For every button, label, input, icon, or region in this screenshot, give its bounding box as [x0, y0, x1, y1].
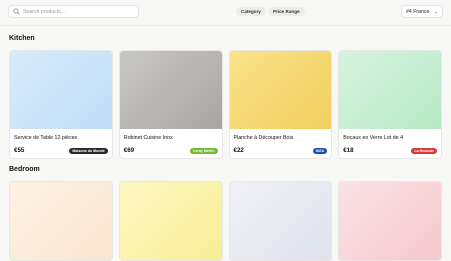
product-name: Bocaux en Verre Lot de 4 [343, 135, 404, 141]
product-card[interactable] [9, 181, 113, 261]
product-image[interactable] [229, 182, 332, 260]
store-badge: Leroy Merlin [190, 147, 218, 154]
store-badge: Maisons du Monde [69, 147, 108, 154]
search-icon [13, 8, 20, 15]
chevron-down-icon: ⌄ [433, 8, 438, 15]
product-name: Planche à Découper Bois [233, 135, 294, 141]
section-title-bedroom: Bedroom [9, 166, 40, 173]
product-image[interactable] [10, 51, 112, 129]
product-price: €18 [343, 147, 354, 154]
search-input[interactable] [23, 8, 133, 15]
product-card[interactable]: Service de Table 12 pièces €55 Maisons d… [9, 50, 113, 159]
product-card[interactable]: Bocaux en Verre Lot de 4 €18 La Redoute [338, 50, 442, 159]
header-divider [0, 25, 451, 26]
product-image[interactable] [10, 182, 112, 260]
product-image[interactable] [339, 182, 441, 260]
product-grid-kitchen: Service de Table 12 pièces €55 Maisons d… [9, 50, 442, 159]
store-badge: La Redoute [411, 147, 437, 154]
search-box[interactable] [8, 5, 139, 18]
region-label: #4 France [406, 8, 430, 15]
product-image[interactable] [119, 51, 222, 129]
product-card[interactable]: Planche à Découper Bois €22 IKEA [228, 50, 333, 159]
product-price: €22 [233, 147, 244, 154]
product-price: €69 [123, 147, 135, 154]
top-bar: Category Price Range #4 France ⌄ [0, 0, 451, 25]
product-image[interactable] [119, 182, 222, 260]
price-range-filter-button[interactable]: Price Range [268, 7, 305, 16]
section-title-kitchen: Kitchen [9, 35, 35, 42]
product-image[interactable] [229, 51, 332, 129]
store-badge: IKEA [312, 147, 328, 154]
product-card[interactable]: Robinet Cuisine Inox €69 Leroy Merlin [118, 50, 223, 159]
product-grid-bedroom [9, 181, 442, 261]
product-name: Service de Table 12 pièces [14, 135, 78, 141]
product-card[interactable] [338, 181, 442, 261]
product-card[interactable] [118, 181, 223, 261]
product-price: €55 [14, 147, 25, 154]
product-image[interactable] [339, 51, 441, 129]
product-card[interactable] [228, 181, 333, 261]
category-filter-button[interactable]: Category [236, 7, 266, 16]
product-name: Robinet Cuisine Inox [123, 135, 173, 141]
region-select[interactable]: #4 France ⌄ [401, 5, 443, 18]
